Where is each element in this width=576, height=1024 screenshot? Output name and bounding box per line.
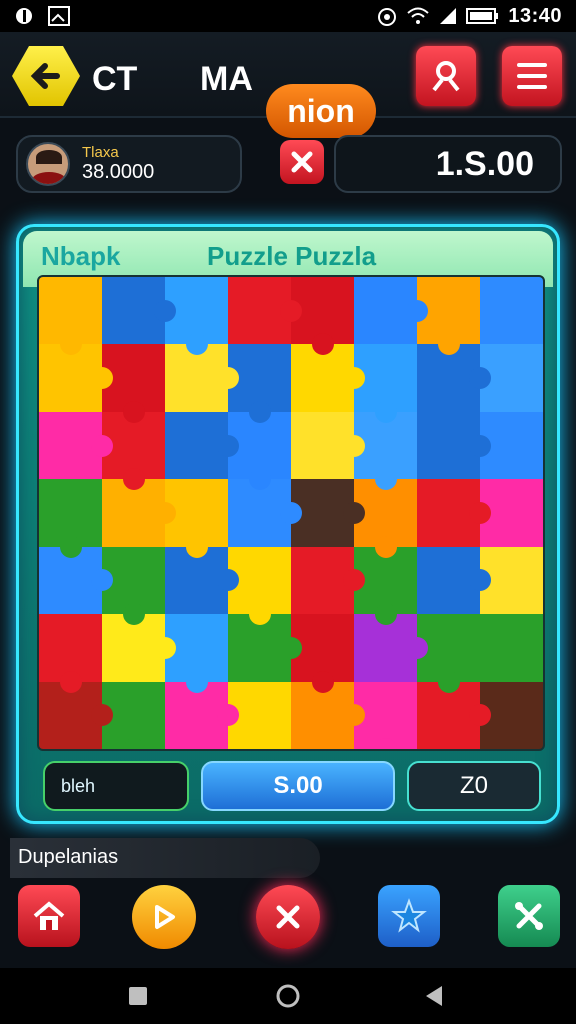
status-time: 13:40 <box>508 4 562 27</box>
puzzle-piece[interactable] <box>39 277 102 356</box>
close-icon <box>276 905 300 929</box>
puzzle-piece[interactable] <box>480 277 543 345</box>
puzzle-piece[interactable] <box>102 277 176 345</box>
close-dock-button[interactable] <box>256 885 320 949</box>
menu-button[interactable] <box>502 46 562 106</box>
bottom-dock <box>0 885 576 955</box>
menu-icon <box>517 63 547 89</box>
profile-button[interactable] <box>416 46 476 106</box>
back-triangle-icon[interactable] <box>424 984 444 1008</box>
player-name: Tlaxa <box>82 144 119 161</box>
panel-left-label: Nbapk <box>41 241 121 271</box>
panel-center-button[interactable]: S.00 <box>201 761 395 811</box>
star-icon <box>391 898 427 933</box>
square-icon[interactable] <box>128 986 148 1006</box>
title-pill: nion <box>266 84 376 138</box>
alarm-icon <box>378 8 397 26</box>
player-card[interactable]: Tlaxa 38.0000 <box>16 135 242 193</box>
back-arrow-icon <box>30 63 60 89</box>
circle-icon <box>16 8 32 24</box>
home-button[interactable] <box>18 885 80 947</box>
balance-display: 1.S.00 <box>334 135 562 193</box>
puzzle-piece[interactable] <box>291 546 365 615</box>
avatar <box>26 142 70 186</box>
panel-right-button[interactable]: Z0 <box>407 761 541 811</box>
close-icon <box>291 151 313 173</box>
system-nav-bar <box>0 968 576 1024</box>
tools-button[interactable] <box>498 885 560 947</box>
puzzle-piece[interactable] <box>480 614 543 682</box>
close-button[interactable] <box>280 140 324 184</box>
player-score: 38.0000 <box>82 161 155 183</box>
back-button[interactable] <box>12 46 80 106</box>
puzzle-piece[interactable] <box>417 546 491 615</box>
top-title-left: MA <box>200 60 253 98</box>
battery-icon <box>466 8 499 24</box>
top-code-label: CT <box>92 60 138 98</box>
home-icon <box>33 901 65 930</box>
puzzle-piece[interactable] <box>354 277 428 345</box>
user-icon <box>432 61 460 92</box>
panel-left-button[interactable]: bleh <box>43 761 189 811</box>
signal-icon <box>440 8 457 24</box>
play-button[interactable] <box>132 885 196 949</box>
panel-button-row: bleh S.00 Z0 <box>37 761 545 811</box>
tools-icon <box>515 902 543 930</box>
puzzle-piece[interactable] <box>291 411 365 480</box>
puzzle-panel: Nbapk Puzzle Puzzla bleh S.00 Z0 <box>16 224 560 824</box>
image-icon <box>48 6 70 26</box>
status-bar: 13:40 <box>0 0 576 32</box>
star-button[interactable] <box>378 885 440 947</box>
top-bar: CT MA nion <box>0 32 576 138</box>
puzzle-piece[interactable] <box>39 411 113 480</box>
puzzle-grid[interactable] <box>37 275 545 751</box>
puzzle-piece[interactable] <box>39 479 102 559</box>
puzzle-piece[interactable] <box>417 411 491 480</box>
puzzle-piece[interactable] <box>228 277 302 345</box>
section-label: Dupelanias <box>10 838 320 878</box>
home-circle-icon[interactable] <box>276 984 300 1008</box>
puzzle-piece[interactable] <box>165 411 239 480</box>
play-icon <box>155 905 175 929</box>
puzzle-piece[interactable] <box>417 479 491 547</box>
puzzle-piece[interactable] <box>39 614 102 694</box>
panel-title: Puzzle Puzzla <box>207 241 377 271</box>
wifi-icon <box>407 7 430 24</box>
